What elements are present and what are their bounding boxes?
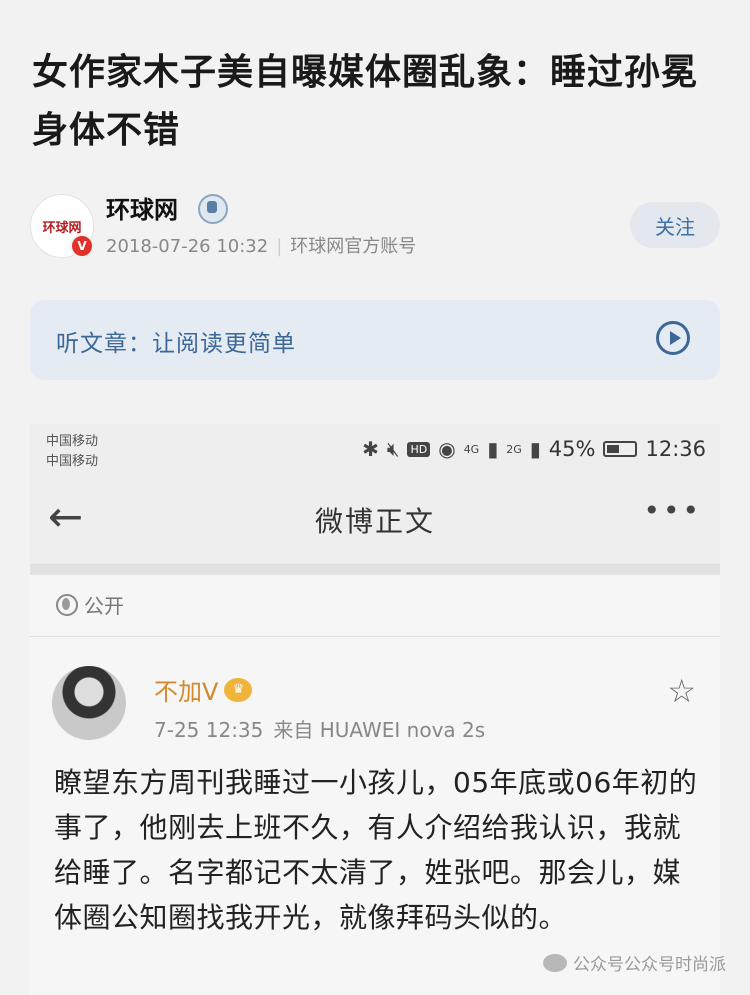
watermark: 公众号公众号时尚派 — [543, 950, 726, 975]
follow-button[interactable]: 关注 — [630, 202, 720, 248]
bluetooth-icon: ✱ — [362, 437, 379, 461]
eye-icon: ◉ — [438, 437, 456, 461]
certified-badge-icon — [198, 194, 228, 224]
listen-article-bar[interactable]: 听文章：让阅读更简单 — [30, 300, 720, 380]
post-source: 来自 HUAWEI nova 2s — [273, 718, 486, 742]
verified-icon: V — [70, 234, 94, 258]
favorite-star-icon[interactable]: ☆ — [667, 672, 696, 710]
mute-icon: 🔇︎ — [386, 437, 400, 461]
poster-username[interactable]: 不加V — [154, 672, 218, 707]
post-content: 瞭望东方周刊我睡过一小孩儿，05年底或06年初的事了，他刚去上班不久，有人介绍给… — [54, 766, 698, 934]
meta-divider: | — [276, 236, 283, 257]
post-time: 7-25 12:35 — [154, 718, 264, 742]
signal-bars-icon: ▮ — [487, 437, 499, 461]
author-meta: 2018-07-26 10:32 | 环球网官方账号 — [106, 232, 416, 258]
wechat-icon — [543, 953, 567, 972]
author-bar: 环球网 V 环球网 2018-07-26 10:32 | 环球网官方账号 关注 — [30, 190, 720, 260]
globe-icon — [56, 593, 78, 616]
carrier-info: 中国移动 中国移动 — [46, 432, 98, 472]
visibility-label: 公开 — [56, 590, 124, 619]
divider — [30, 636, 720, 637]
battery-icon — [603, 441, 638, 457]
vip-crown-icon: ♛ — [224, 677, 253, 702]
watermark-text: 公众号公众号时尚派 — [573, 955, 726, 975]
embedded-weibo-screenshot: 中国移动 中国移动 ✱ 🔇︎ HD ◉ 4G ▮ 2G ▮ 45% 12:36 ← … — [30, 424, 720, 995]
signal-2g-icon: 2G — [506, 442, 522, 456]
publish-date: 2018-07-26 10:32 — [106, 236, 269, 257]
battery-percent: 45% — [548, 437, 596, 461]
poster-avatar[interactable] — [52, 666, 126, 740]
clock: 12:36 — [645, 437, 706, 461]
poster-name-row[interactable]: 不加V ♛ — [154, 672, 253, 707]
nav-title: 微博正文 — [314, 505, 435, 538]
logo-text: 环球网 — [42, 220, 82, 236]
carrier-2: 中国移动 — [46, 454, 99, 469]
account-type: 环球网官方账号 — [290, 236, 417, 257]
status-bar: 中国移动 中国移动 ✱ 🔇︎ HD ◉ 4G ▮ 2G ▮ 45% 12:36 — [30, 424, 720, 474]
author-name[interactable]: 环球网 — [106, 190, 178, 225]
status-icons: ✱ 🔇︎ HD ◉ 4G ▮ 2G ▮ 45% 12:36 — [362, 434, 706, 464]
play-icon[interactable] — [656, 321, 690, 355]
weibo-nav-bar: ← 微博正文 ••• — [30, 474, 720, 565]
hd-icon: HD — [407, 441, 431, 457]
article-title: 女作家木子美自曝媒体圈乱象：睡过孙冕 身体不错 — [32, 52, 699, 151]
more-options-icon[interactable]: ••• — [643, 494, 702, 527]
post-meta: 7-25 12:35 来自 HUAWEI nova 2s — [154, 714, 485, 743]
section-gap — [30, 565, 720, 575]
signal-4g-icon: 4G — [463, 442, 480, 456]
listen-label: 听文章：让阅读更简单 — [56, 331, 296, 357]
signal-bars-2-icon: ▮ — [529, 437, 541, 461]
visibility-text: 公开 — [84, 594, 124, 618]
carrier-1: 中国移动 — [46, 434, 99, 449]
